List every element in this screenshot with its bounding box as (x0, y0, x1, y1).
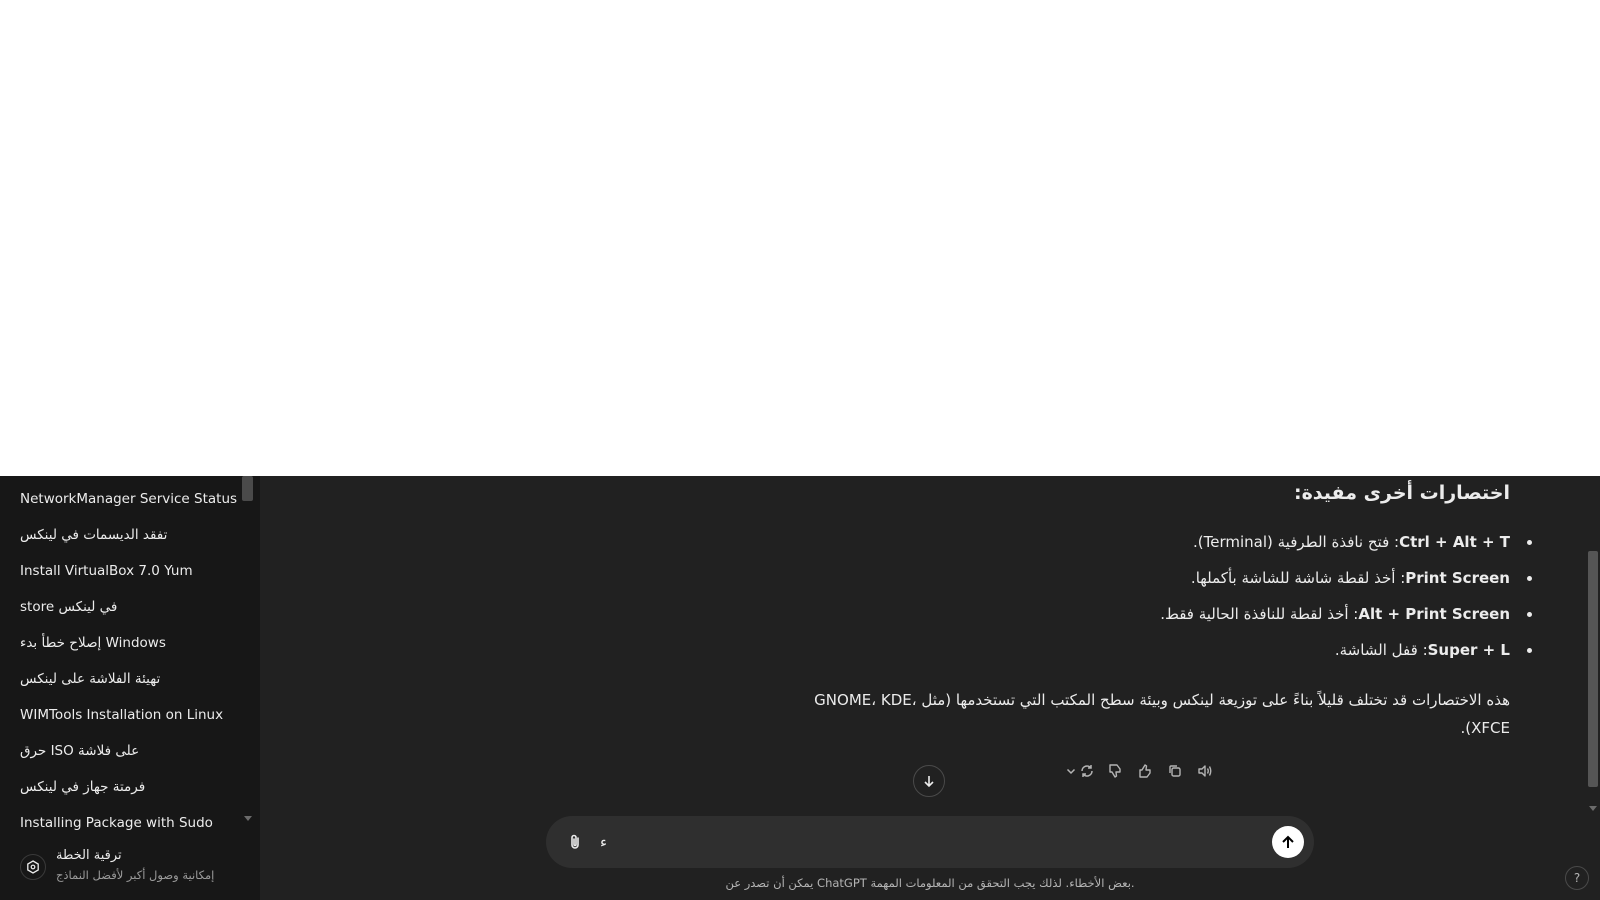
conversation-item[interactable]: حرق ISO على فلاشة (8, 734, 240, 768)
main-scrollbar-thumb[interactable] (1588, 551, 1598, 787)
sidebar-scrollbar-thumb[interactable] (242, 476, 253, 501)
thumbs-down-icon[interactable] (1104, 760, 1126, 782)
chat-app: NetworkManager Service Status تفقد الديس… (0, 476, 1600, 900)
conversation-item[interactable]: فرمتة جهاز في لينكس (8, 770, 240, 804)
shortcut-description: : أخذ لقطة للنافذة الحالية فقط. (1160, 605, 1359, 623)
arrow-down-icon (924, 776, 934, 788)
conversation-item[interactable]: Installing Package with Sudo (8, 806, 240, 831)
shortcut-list: Ctrl + Alt + T: فتح نافذة الطرفية (Termi… (530, 524, 1532, 668)
message-heading: اختصارات أخرى مفيدة: (1293, 482, 1510, 504)
upgrade-subtitle: إمكانية وصول أكبر لأفضل النماذج (56, 868, 215, 882)
conversation-list: NetworkManager Service Status تفقد الديس… (0, 476, 242, 831)
main-scroll-down-arrow[interactable] (1589, 806, 1597, 811)
regenerate-icon[interactable] (1076, 760, 1098, 782)
conversation-item[interactable]: store في لينكس (8, 590, 240, 624)
conversation-item[interactable]: تهيئة الفلاشة على لينكس (8, 662, 240, 696)
list-item: Alt + Print Screen: أخذ لقطة للنافذة الح… (530, 596, 1532, 632)
upgrade-title: ترقية الخطة (56, 848, 122, 863)
shortcut-key: Ctrl + Alt + T (1399, 533, 1510, 551)
sidebar-scroll-down-arrow[interactable] (244, 816, 252, 821)
upgrade-icon (20, 854, 46, 880)
shortcut-description: : قفل الشاشة. (1334, 641, 1428, 659)
shortcut-description: : أخذ لقطة شاشة للشاشة بأكملها. (1190, 569, 1406, 587)
message-composer (546, 816, 1314, 868)
sidebar: NetworkManager Service Status تفقد الديس… (0, 476, 260, 900)
copy-icon[interactable] (1164, 760, 1186, 782)
conversation-item[interactable]: Install VirtualBox 7.0 Yum (8, 554, 240, 588)
disclaimer-text: يمكن أن تصدر عن ChatGPT بعض الأخطاء. لذل… (725, 876, 1135, 890)
conversation-item[interactable]: NetworkManager Service Status (8, 482, 240, 516)
list-item: Super + L: قفل الشاشة. (530, 632, 1532, 668)
send-button[interactable] (1272, 826, 1304, 858)
scroll-to-bottom-button[interactable] (913, 765, 945, 797)
shortcut-key: Super + L (1427, 641, 1510, 659)
conversation-item[interactable]: إصلاح خطأ بدء Windows (8, 626, 240, 660)
main-chat: اختصارات أخرى مفيدة: Ctrl + Alt + T: فتح… (260, 476, 1600, 900)
shortcut-description: : فتح نافذة الطرفية (Terminal). (1192, 533, 1400, 551)
upgrade-plan-button[interactable]: ترقية الخطة إمكانية وصول أكبر لأفضل النم… (8, 844, 252, 890)
shortcut-key: Alt + Print Screen (1358, 605, 1510, 623)
list-item: Ctrl + Alt + T: فتح نافذة الطرفية (Termi… (530, 524, 1532, 560)
thumbs-up-icon[interactable] (1134, 760, 1156, 782)
paperclip-icon[interactable] (562, 829, 588, 855)
message-paragraph: هذه الاختصارات قد تختلف قليلاً بناءً على… (814, 691, 1510, 737)
list-item: Print Screen: أخذ لقطة شاشة للشاشة بأكمل… (530, 560, 1532, 596)
help-button[interactable]: ? (1565, 866, 1589, 890)
read-aloud-icon[interactable] (1194, 760, 1216, 782)
conversation-item[interactable]: WIMTools Installation on Linux (8, 698, 240, 732)
prompt-input[interactable] (600, 828, 1240, 856)
message-actions (1060, 760, 1220, 784)
arrow-up-icon (1282, 835, 1294, 848)
shortcut-key: Print Screen (1405, 569, 1510, 587)
blank-area (0, 0, 1600, 476)
conversation-item[interactable]: تفقد الديسمات في لينكس (8, 518, 240, 552)
